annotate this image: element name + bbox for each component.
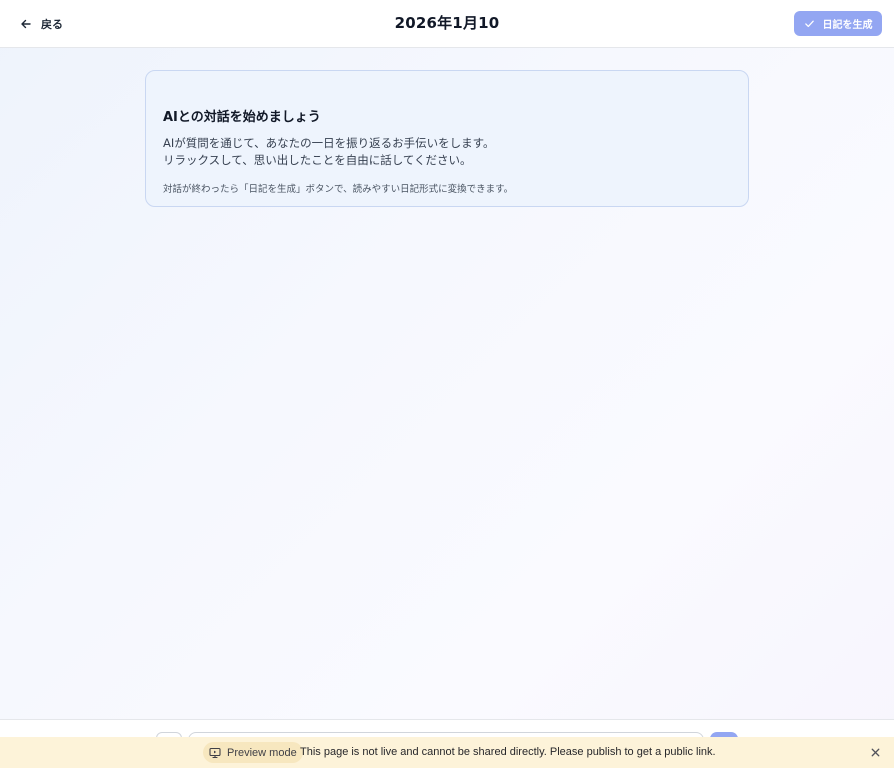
app-header: 戻る 2026年1月10 日記を生成 bbox=[0, 0, 894, 48]
preview-banner: Preview mode This page is not live and c… bbox=[0, 737, 894, 768]
page-title: 2026年1月10 bbox=[394, 14, 500, 32]
close-icon[interactable] bbox=[869, 746, 882, 759]
intro-card: AIとの対話を始めましょう AIが質問を通じて、あなたの一日を振り返るお手伝いを… bbox=[145, 70, 749, 207]
monitor-icon bbox=[209, 747, 221, 758]
check-icon bbox=[804, 20, 814, 28]
generate-diary-button[interactable]: 日記を生成 bbox=[794, 11, 882, 36]
intro-body-line-2: リラックスして、思い出したことを自由に話してください。 bbox=[163, 153, 472, 167]
preview-message: This page is not live and cannot be shar… bbox=[300, 746, 716, 758]
intro-body: AIが質問を通じて、あなたの一日を振り返るお手伝いをします。 リラックスして、思… bbox=[163, 135, 731, 169]
intro-title: AIとの対話を始めましょう bbox=[163, 110, 321, 125]
intro-note: 対話が終わったら「日記を生成」ボタンで、読みやすい日記形式に変換できます。 bbox=[163, 184, 514, 195]
generate-diary-label: 日記を生成 bbox=[822, 20, 873, 31]
preview-mode-badge: Preview mode bbox=[203, 742, 303, 763]
intro-body-line-1: AIが質問を通じて、あなたの一日を振り返るお手伝いをします。 bbox=[163, 136, 495, 150]
preview-mode-label: Preview mode bbox=[227, 746, 297, 759]
